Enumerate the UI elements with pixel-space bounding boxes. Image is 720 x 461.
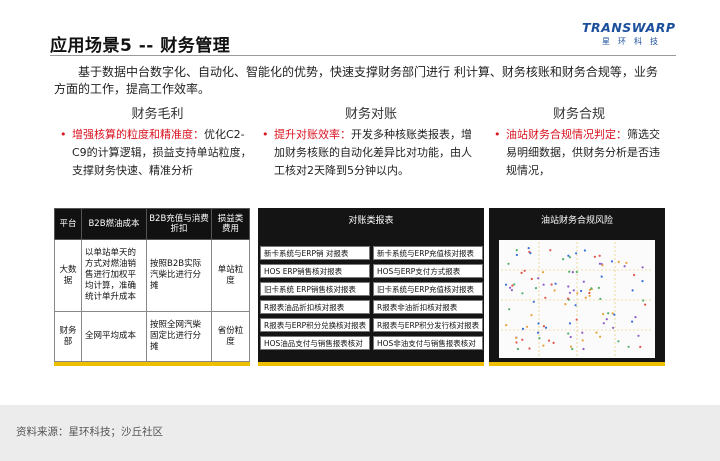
bullet-highlight: 油站财务合规情况判定： xyxy=(506,128,627,141)
report-cell: R报表非油折扣核对报表 xyxy=(373,300,483,314)
column-heading: 财务对账 xyxy=(344,107,397,122)
column-heading: 财务毛利 xyxy=(131,107,184,122)
report-cell: 新卡系统与ERP销 对报表 xyxy=(260,246,370,260)
table-header-cell: 平台 xyxy=(54,208,82,240)
table-row: 大数据 以单站单天的方式对燃油销售进行加权平均计算，准确统计单升成本 按照B2B… xyxy=(54,239,250,312)
bullet-highlight: 提升对账效率： xyxy=(274,128,351,141)
column-compliance: 财务合规 • 油站财务合规情况判定：筛选交易明细数据，供财务分析是否违规情况， xyxy=(494,106,664,180)
slide: 应用场景5 -- 财务管理 TRANSWARP 星环科技 基于数据中台数字化、自… xyxy=(0,0,720,405)
column-gross-profit: 财务毛利 • 增强核算的粒度和精准度：优化C2-C9的计算逻辑，损益支持单站粒度… xyxy=(60,106,255,180)
bullet-icon: • xyxy=(262,128,269,141)
report-cell: 旧卡系统 ERP销售核对报表 xyxy=(260,282,370,296)
report-cell: R报表与ERP积分兑换核对报表 xyxy=(260,318,370,332)
panel-title: 油站财务合规风险 xyxy=(540,216,613,226)
page-title: 应用场景5 -- 财务管理 xyxy=(50,36,231,56)
title-divider xyxy=(50,55,676,56)
bullet-text: • 增强核算的粒度和精准度：优化C2-C9的计算逻辑，损益支持单站粒度，支撑财务… xyxy=(60,126,255,180)
table-row: 财务部 全网平均成本 按照全网汽柴固定比进行分摊 省份粒度 xyxy=(54,311,250,362)
bullet-icon: • xyxy=(494,128,501,141)
bullet-highlight: 增强核算的粒度和精准度： xyxy=(72,128,204,141)
report-cell: R报表油品折扣核对报表 xyxy=(260,300,370,314)
table-cell: 按照全网汽柴固定比进行分摊 xyxy=(146,311,212,362)
table-cell: 财务部 xyxy=(54,311,82,362)
intro-paragraph: 基于数据中台数字化、自动化、智能化的优势，快速支撑财务部门进行 利计算、财务核账… xyxy=(54,65,658,96)
report-cell: HOS非油支付与销售报表核对 xyxy=(373,336,483,350)
column-reconciliation: 财务对账 • 提升对账效率：开发多种核账类报表，增加财务核账的自动化差异比对功能… xyxy=(262,106,480,180)
table-header-cell: B2B充值与消费折扣 xyxy=(146,208,212,240)
report-cell: HOS ERP销售核对报表 xyxy=(260,264,370,278)
table-cell: 省份粒度 xyxy=(211,311,250,362)
report-cell: HOS与ERP支付方式报表 xyxy=(373,264,483,278)
table-header-cell: 损益类费用 xyxy=(211,208,250,240)
bullet-text: • 提升对账效率：开发多种核账类报表，增加财务核账的自动化差异比对功能，由人工核… xyxy=(262,126,480,180)
compliance-scatter-image xyxy=(499,240,655,358)
comparison-table-panel: 平台 B2B燃油成本 B2B充值与消费折扣 损益类费用 大数据 以单站单天的方式… xyxy=(54,208,250,366)
table-cell: 全网平均成本 xyxy=(81,311,147,362)
logo-sub-text: 星环科技 xyxy=(602,37,666,46)
report-cell: HOS油品支付与销售报表核对 xyxy=(260,336,370,350)
table-header-row: 平台 B2B燃油成本 B2B充值与消费折扣 损益类费用 xyxy=(54,208,250,240)
bullet-text: • 油站财务合规情况判定：筛选交易明细数据，供财务分析是否违规情况， xyxy=(494,126,664,180)
logo-brand-text: TRANSWARP xyxy=(582,20,676,35)
table-cell: 以单站单天的方式对燃油销售进行加权平均计算，准确统计单升成本 xyxy=(81,239,147,312)
report-cell: R报表与ERP积分发行核对报表 xyxy=(373,318,483,332)
table-header-cell: B2B燃油成本 xyxy=(81,208,147,240)
table-cell: 按照B2B实际汽柴比进行分摊 xyxy=(146,239,212,312)
report-cell: 旧卡系统与ERP充值核对报表 xyxy=(373,282,483,296)
table-cell: 单站粒度 xyxy=(211,239,250,312)
company-logo: TRANSWARP 星环科技 xyxy=(582,20,678,50)
panel-title: 对账类报表 xyxy=(348,216,394,226)
table-cell: 大数据 xyxy=(54,239,82,312)
compliance-risk-panel: 油站财务合规风险 xyxy=(489,208,665,366)
source-note: 资料来源：星环科技；沙丘社区 xyxy=(16,426,163,438)
report-cell: 新卡系统与ERP充值核对报表 xyxy=(373,246,483,260)
column-heading: 财务合规 xyxy=(552,107,605,122)
bullet-icon: • xyxy=(60,128,67,141)
comparison-table: 平台 B2B燃油成本 B2B充值与消费折扣 损益类费用 大数据 以单站单天的方式… xyxy=(54,208,250,362)
reconciliation-reports-panel: 对账类报表 新卡系统与ERP销 对报表 新卡系统与ERP充值核对报表 HOS E… xyxy=(258,208,484,366)
